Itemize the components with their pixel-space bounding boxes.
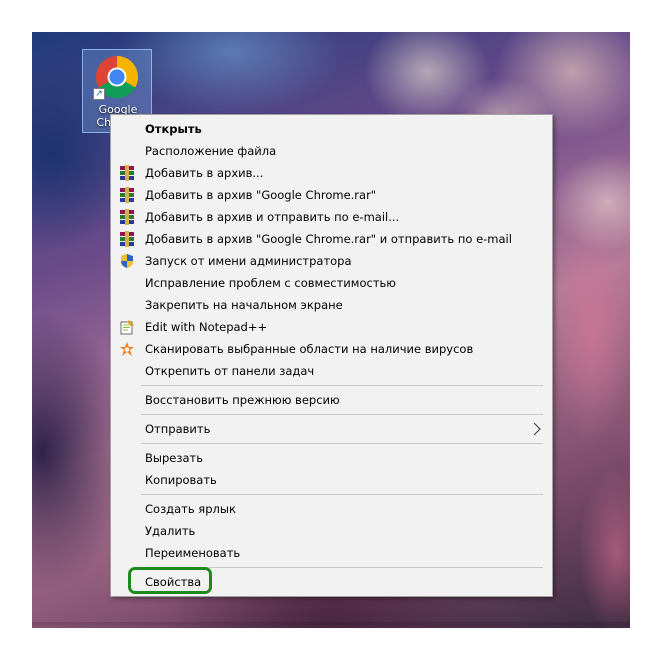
- chevron-right-icon: [533, 422, 541, 436]
- menu-item-label: Добавить в архив...: [145, 166, 264, 180]
- winrar-icon: [120, 209, 134, 225]
- menu-item-send-to[interactable]: Отправить: [113, 418, 550, 440]
- menu-item-delete[interactable]: Удалить: [113, 520, 550, 542]
- menu-item-archive-rar-and-email[interactable]: Добавить в архив "Google Chrome.rar" и о…: [113, 228, 550, 250]
- winrar-icon: [120, 231, 134, 247]
- menu-item-label: Расположение файла: [145, 144, 277, 158]
- menu-separator: [141, 494, 543, 495]
- menu-item-create-shortcut[interactable]: Создать ярлык: [113, 498, 550, 520]
- notepad-plus-plus-icon: [120, 320, 134, 335]
- menu-item-label: Открыть: [145, 122, 202, 136]
- menu-item-rename[interactable]: Переименовать: [113, 542, 550, 564]
- menu-item-label: Копировать: [145, 473, 217, 487]
- menu-item-label: Вырезать: [145, 451, 203, 465]
- menu-item-label: Закрепить на начальном экране: [145, 298, 343, 312]
- uac-shield-icon: [121, 254, 133, 268]
- menu-item-label: Сканировать выбранные области на наличие…: [145, 342, 474, 356]
- menu-item-label: Добавить в архив "Google Chrome.rar": [145, 188, 377, 202]
- winrar-icon: [120, 165, 134, 181]
- menu-separator: [141, 385, 543, 386]
- properties-highlight-outline: [128, 567, 212, 594]
- menu-item-label: Создать ярлык: [145, 502, 236, 516]
- menu-item-run-as-admin[interactable]: Запуск от имени администратора: [113, 250, 550, 272]
- menu-item-open[interactable]: Открыть: [113, 118, 550, 140]
- menu-item-label: Исправление проблем с совместимостью: [145, 276, 396, 290]
- menu-item-copy[interactable]: Копировать: [113, 469, 550, 491]
- menu-separator: [141, 414, 543, 415]
- menu-item-unpin-from-taskbar[interactable]: Открепить от панели задач: [113, 360, 550, 382]
- menu-separator: [141, 443, 543, 444]
- menu-item-label: Отправить: [145, 422, 211, 436]
- menu-item-file-location[interactable]: Расположение файла: [113, 140, 550, 162]
- avast-icon: [120, 342, 134, 356]
- context-menu: Открыть Расположение файла Добавить в ар…: [110, 114, 553, 597]
- menu-item-scan-for-viruses[interactable]: Сканировать выбранные области на наличие…: [113, 338, 550, 360]
- menu-item-label: Открепить от панели задач: [145, 364, 315, 378]
- menu-item-archive-and-email[interactable]: Добавить в архив и отправить по e-mail..…: [113, 206, 550, 228]
- winrar-icon: [120, 187, 134, 203]
- menu-item-restore-previous-versions[interactable]: Восстановить прежнюю версию: [113, 389, 550, 411]
- menu-item-label: Восстановить прежнюю версию: [145, 393, 340, 407]
- menu-item-pin-to-start[interactable]: Закрепить на начальном экране: [113, 294, 550, 316]
- menu-item-troubleshoot-compatibility[interactable]: Исправление проблем с совместимостью: [113, 272, 550, 294]
- menu-item-edit-notepad-plus-plus[interactable]: Edit with Notepad++: [113, 316, 550, 338]
- menu-item-label: Добавить в архив и отправить по e-mail..…: [145, 210, 400, 224]
- screenshot: ↗ Google Chrome Открыть Расположение фай…: [0, 0, 662, 660]
- menu-item-label: Запуск от имени администратора: [145, 254, 352, 268]
- menu-item-label: Удалить: [145, 524, 196, 538]
- menu-item-label: Edit with Notepad++: [145, 320, 268, 334]
- menu-item-add-to-archive-rar[interactable]: Добавить в архив "Google Chrome.rar": [113, 184, 550, 206]
- desktop-shadow: [32, 622, 630, 630]
- menu-item-label: Переименовать: [145, 546, 241, 560]
- menu-item-cut[interactable]: Вырезать: [113, 447, 550, 469]
- menu-item-add-to-archive[interactable]: Добавить в архив...: [113, 162, 550, 184]
- shortcut-arrow-icon: ↗: [93, 88, 105, 100]
- menu-item-label: Добавить в архив "Google Chrome.rar" и о…: [145, 232, 512, 246]
